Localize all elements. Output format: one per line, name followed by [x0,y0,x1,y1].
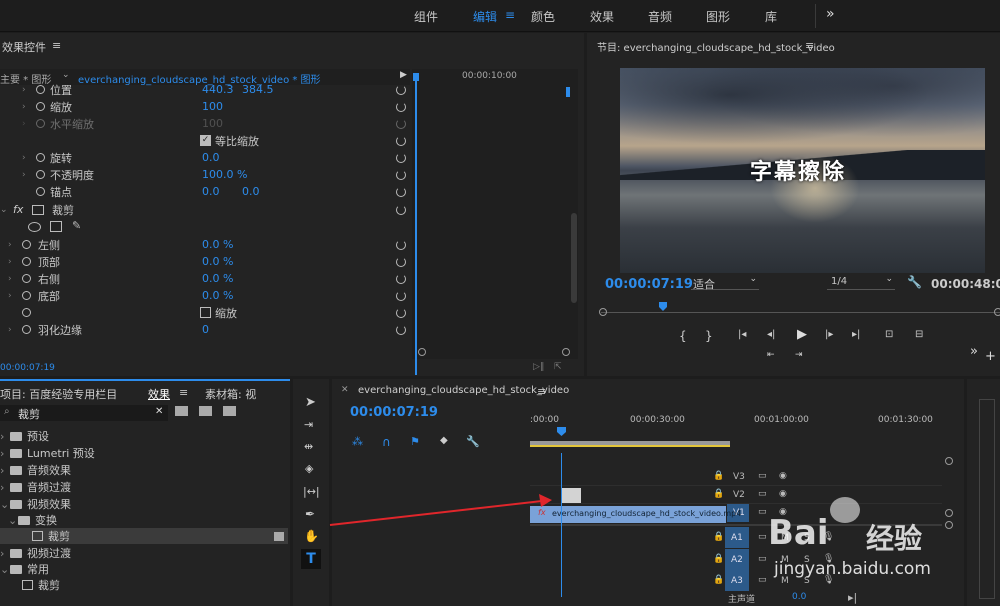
baidu-watermark: Bai 经验 jingyan.baidu.com [768,495,1000,585]
baidu-paw-logo [830,497,860,523]
watermark-brand: Bai [768,513,829,553]
watermark-url: jingyan.baidu.com [774,559,931,579]
watermark-brand2: 经验 [866,522,923,555]
